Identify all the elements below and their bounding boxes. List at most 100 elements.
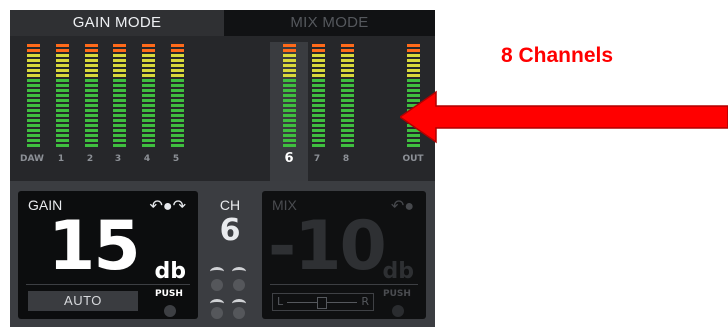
mix-divider [270, 284, 418, 285]
meter-segment [312, 99, 325, 102]
meter-segment [341, 144, 354, 147]
audio-interface-panel: GAIN MODE MIX MODE DAW 1 2 3 4 5 6 7 8 OUT GAIN ↶… [10, 10, 435, 327]
meter-2 [85, 44, 98, 150]
channel-label: CH [219, 197, 241, 213]
meter-segment [113, 134, 126, 137]
meter-segment [27, 74, 40, 77]
mix-push-button[interactable] [392, 305, 404, 317]
meter-segment [113, 114, 126, 117]
auto-button[interactable]: AUTO [28, 291, 138, 311]
meter-segment [283, 129, 296, 132]
meter-segment [312, 49, 325, 52]
meter-segment [56, 124, 69, 127]
meter-label-4[interactable]: 4 [132, 154, 162, 164]
meter-segment [56, 69, 69, 72]
tab-gain-mode[interactable]: GAIN MODE [10, 10, 224, 36]
meter-segment [283, 124, 296, 127]
meter-segment [113, 59, 126, 62]
meter-label-out[interactable]: OUT [398, 154, 428, 164]
meter-segment [27, 49, 40, 52]
meter-segment [142, 99, 155, 102]
meter-segment [171, 79, 184, 82]
meter-segment [85, 79, 98, 82]
meter-segment [341, 124, 354, 127]
meter-segment [171, 69, 184, 72]
meter-segment [85, 134, 98, 137]
meter-segment [171, 144, 184, 147]
channel-knob-dot [211, 279, 223, 291]
meter-label-8[interactable]: 8 [331, 154, 361, 164]
meter-segment [142, 44, 155, 47]
meter-segment [85, 74, 98, 77]
meter-segment [85, 84, 98, 87]
meter-segment [85, 124, 98, 127]
pan-thumb[interactable] [317, 297, 327, 309]
meter-segment [27, 44, 40, 47]
meter-segment [283, 134, 296, 137]
meter-6 [283, 44, 296, 150]
meter-label-daw[interactable]: DAW [17, 154, 47, 164]
meter-segment [283, 74, 296, 77]
meter-segment [312, 134, 325, 137]
meter-label-3[interactable]: 3 [103, 154, 133, 164]
meter-segment [312, 139, 325, 142]
meter-segment [283, 49, 296, 52]
meter-segment [142, 84, 155, 87]
meter-segment [283, 64, 296, 67]
meter-segment [283, 139, 296, 142]
meter-segment [113, 64, 126, 67]
meter-segment [27, 109, 40, 112]
meter-segment [113, 139, 126, 142]
meter-segment [113, 54, 126, 57]
meter-segment [56, 59, 69, 62]
chevron-up-down-icon[interactable] [208, 265, 252, 319]
meter-segment [85, 64, 98, 67]
rotate-knob-icon: ↶●↷ [149, 198, 186, 215]
meter-segment [312, 104, 325, 107]
meter-segment [142, 109, 155, 112]
meter-segment [142, 54, 155, 57]
meter-label-7[interactable]: 7 [302, 154, 332, 164]
pan-slider[interactable]: L R [272, 293, 374, 311]
meter-label-5[interactable]: 5 [161, 154, 191, 164]
gain-divider [26, 284, 190, 285]
meter-segment [85, 44, 98, 47]
meter-segment [341, 69, 354, 72]
meter-segment [283, 59, 296, 62]
meter-segment [56, 129, 69, 132]
meter-label-2[interactable]: 2 [75, 154, 105, 164]
meter-segment [171, 119, 184, 122]
meter-segment [341, 129, 354, 132]
mix-value: -10 [268, 207, 387, 286]
meter-segment [312, 124, 325, 127]
meter-segment [56, 109, 69, 112]
meter-segment [85, 144, 98, 147]
pan-left-label: L [277, 295, 284, 308]
meter-segment [171, 89, 184, 92]
meter-label-1[interactable]: 1 [46, 154, 76, 164]
meter-segment [113, 84, 126, 87]
meter-segment [341, 89, 354, 92]
meter-segment [171, 109, 184, 112]
meter-1 [56, 44, 69, 150]
meter-segment [85, 89, 98, 92]
meter-segment [283, 69, 296, 72]
meter-segment [113, 49, 126, 52]
meter-segment [85, 129, 98, 132]
meter-segment [171, 59, 184, 62]
tab-mix-mode[interactable]: MIX MODE [224, 10, 435, 36]
meter-segment [113, 99, 126, 102]
meter-segment [27, 104, 40, 107]
meter-segment [171, 129, 184, 132]
gain-panel: GAIN ↶●↷ 15 db AUTO PUSH [18, 191, 198, 319]
meter-segment [283, 44, 296, 47]
meter-label-6[interactable]: 6 [274, 151, 304, 166]
meter-segment [27, 94, 40, 97]
gain-push-button[interactable] [164, 305, 176, 317]
meter-segment [56, 74, 69, 77]
meter-segment [312, 54, 325, 57]
meter-segment [171, 84, 184, 87]
meter-segment [142, 129, 155, 132]
meter-segment [27, 114, 40, 117]
meter-segment [341, 114, 354, 117]
